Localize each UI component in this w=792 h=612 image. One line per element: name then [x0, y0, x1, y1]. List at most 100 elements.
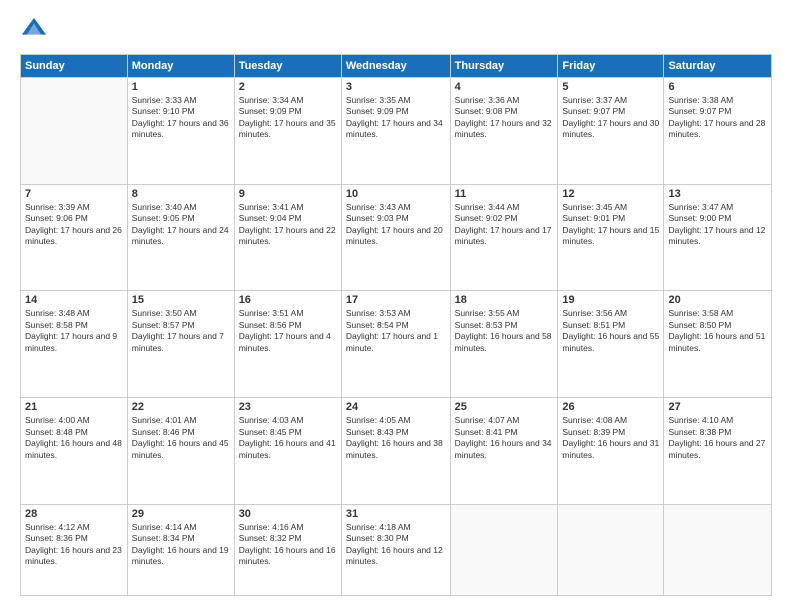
- calendar-cell: 2 Sunrise: 3:34 AMSunset: 9:09 PMDayligh…: [234, 78, 341, 185]
- day-number: 24: [346, 401, 446, 413]
- day-number: 26: [562, 401, 659, 413]
- day-info: Sunrise: 4:16 AMSunset: 8:32 PMDaylight:…: [239, 522, 337, 568]
- calendar-cell: 18 Sunrise: 3:55 AMSunset: 8:53 PMDaylig…: [450, 291, 558, 398]
- day-number: 28: [25, 508, 123, 520]
- day-number: 19: [562, 294, 659, 306]
- day-info: Sunrise: 3:34 AMSunset: 9:09 PMDaylight:…: [239, 95, 337, 141]
- day-info: Sunrise: 3:56 AMSunset: 8:51 PMDaylight:…: [562, 308, 659, 354]
- day-header-sunday: Sunday: [21, 55, 128, 78]
- calendar-cell: 21 Sunrise: 4:00 AMSunset: 8:48 PMDaylig…: [21, 398, 128, 505]
- logo: [20, 16, 52, 44]
- day-info: Sunrise: 3:58 AMSunset: 8:50 PMDaylight:…: [668, 308, 767, 354]
- day-info: Sunrise: 3:41 AMSunset: 9:04 PMDaylight:…: [239, 202, 337, 248]
- header: [20, 16, 772, 44]
- day-number: 5: [562, 81, 659, 93]
- day-number: 4: [455, 81, 554, 93]
- calendar-cell: 4 Sunrise: 3:36 AMSunset: 9:08 PMDayligh…: [450, 78, 558, 185]
- calendar: SundayMondayTuesdayWednesdayThursdayFrid…: [20, 54, 772, 596]
- day-info: Sunrise: 4:01 AMSunset: 8:46 PMDaylight:…: [132, 415, 230, 461]
- day-number: 3: [346, 81, 446, 93]
- day-info: Sunrise: 3:45 AMSunset: 9:01 PMDaylight:…: [562, 202, 659, 248]
- calendar-cell: 11 Sunrise: 3:44 AMSunset: 9:02 PMDaylig…: [450, 184, 558, 291]
- calendar-cell: 3 Sunrise: 3:35 AMSunset: 9:09 PMDayligh…: [341, 78, 450, 185]
- calendar-cell: 26 Sunrise: 4:08 AMSunset: 8:39 PMDaylig…: [558, 398, 664, 505]
- calendar-cell: 31 Sunrise: 4:18 AMSunset: 8:30 PMDaylig…: [341, 504, 450, 595]
- day-info: Sunrise: 3:53 AMSunset: 8:54 PMDaylight:…: [346, 308, 446, 354]
- day-number: 7: [25, 188, 123, 200]
- page: SundayMondayTuesdayWednesdayThursdayFrid…: [0, 0, 792, 612]
- day-info: Sunrise: 3:55 AMSunset: 8:53 PMDaylight:…: [455, 308, 554, 354]
- calendar-cell: 17 Sunrise: 3:53 AMSunset: 8:54 PMDaylig…: [341, 291, 450, 398]
- day-number: 27: [668, 401, 767, 413]
- day-info: Sunrise: 4:03 AMSunset: 8:45 PMDaylight:…: [239, 415, 337, 461]
- day-number: 10: [346, 188, 446, 200]
- day-info: Sunrise: 3:36 AMSunset: 9:08 PMDaylight:…: [455, 95, 554, 141]
- day-info: Sunrise: 3:47 AMSunset: 9:00 PMDaylight:…: [668, 202, 767, 248]
- calendar-cell: 12 Sunrise: 3:45 AMSunset: 9:01 PMDaylig…: [558, 184, 664, 291]
- calendar-cell: 10 Sunrise: 3:43 AMSunset: 9:03 PMDaylig…: [341, 184, 450, 291]
- calendar-cell: 15 Sunrise: 3:50 AMSunset: 8:57 PMDaylig…: [127, 291, 234, 398]
- day-number: 15: [132, 294, 230, 306]
- day-number: 17: [346, 294, 446, 306]
- day-info: Sunrise: 4:18 AMSunset: 8:30 PMDaylight:…: [346, 522, 446, 568]
- day-info: Sunrise: 3:39 AMSunset: 9:06 PMDaylight:…: [25, 202, 123, 248]
- week-row-2: 14 Sunrise: 3:48 AMSunset: 8:58 PMDaylig…: [21, 291, 772, 398]
- day-header-thursday: Thursday: [450, 55, 558, 78]
- calendar-cell: 25 Sunrise: 4:07 AMSunset: 8:41 PMDaylig…: [450, 398, 558, 505]
- day-info: Sunrise: 3:44 AMSunset: 9:02 PMDaylight:…: [455, 202, 554, 248]
- calendar-cell: 27 Sunrise: 4:10 AMSunset: 8:38 PMDaylig…: [664, 398, 772, 505]
- day-number: 16: [239, 294, 337, 306]
- day-header-friday: Friday: [558, 55, 664, 78]
- day-number: 1: [132, 81, 230, 93]
- calendar-cell: 20 Sunrise: 3:58 AMSunset: 8:50 PMDaylig…: [664, 291, 772, 398]
- calendar-header-row: SundayMondayTuesdayWednesdayThursdayFrid…: [21, 55, 772, 78]
- calendar-cell: 5 Sunrise: 3:37 AMSunset: 9:07 PMDayligh…: [558, 78, 664, 185]
- day-number: 20: [668, 294, 767, 306]
- calendar-cell: 24 Sunrise: 4:05 AMSunset: 8:43 PMDaylig…: [341, 398, 450, 505]
- calendar-cell: 30 Sunrise: 4:16 AMSunset: 8:32 PMDaylig…: [234, 504, 341, 595]
- day-number: 29: [132, 508, 230, 520]
- day-number: 30: [239, 508, 337, 520]
- calendar-cell: [450, 504, 558, 595]
- day-number: 9: [239, 188, 337, 200]
- day-number: 31: [346, 508, 446, 520]
- calendar-cell: 8 Sunrise: 3:40 AMSunset: 9:05 PMDayligh…: [127, 184, 234, 291]
- calendar-cell: 28 Sunrise: 4:12 AMSunset: 8:36 PMDaylig…: [21, 504, 128, 595]
- day-number: 18: [455, 294, 554, 306]
- day-number: 14: [25, 294, 123, 306]
- calendar-cell: 6 Sunrise: 3:38 AMSunset: 9:07 PMDayligh…: [664, 78, 772, 185]
- day-info: Sunrise: 4:00 AMSunset: 8:48 PMDaylight:…: [25, 415, 123, 461]
- day-info: Sunrise: 3:38 AMSunset: 9:07 PMDaylight:…: [668, 95, 767, 141]
- calendar-cell: 16 Sunrise: 3:51 AMSunset: 8:56 PMDaylig…: [234, 291, 341, 398]
- day-number: 6: [668, 81, 767, 93]
- day-info: Sunrise: 3:37 AMSunset: 9:07 PMDaylight:…: [562, 95, 659, 141]
- calendar-cell: 23 Sunrise: 4:03 AMSunset: 8:45 PMDaylig…: [234, 398, 341, 505]
- day-number: 25: [455, 401, 554, 413]
- day-header-wednesday: Wednesday: [341, 55, 450, 78]
- day-number: 23: [239, 401, 337, 413]
- calendar-cell: [21, 78, 128, 185]
- day-header-tuesday: Tuesday: [234, 55, 341, 78]
- day-number: 21: [25, 401, 123, 413]
- calendar-cell: 9 Sunrise: 3:41 AMSunset: 9:04 PMDayligh…: [234, 184, 341, 291]
- calendar-cell: 29 Sunrise: 4:14 AMSunset: 8:34 PMDaylig…: [127, 504, 234, 595]
- day-number: 12: [562, 188, 659, 200]
- day-info: Sunrise: 4:10 AMSunset: 8:38 PMDaylight:…: [668, 415, 767, 461]
- week-row-1: 7 Sunrise: 3:39 AMSunset: 9:06 PMDayligh…: [21, 184, 772, 291]
- week-row-0: 1 Sunrise: 3:33 AMSunset: 9:10 PMDayligh…: [21, 78, 772, 185]
- day-header-monday: Monday: [127, 55, 234, 78]
- calendar-cell: 1 Sunrise: 3:33 AMSunset: 9:10 PMDayligh…: [127, 78, 234, 185]
- calendar-cell: [664, 504, 772, 595]
- logo-icon: [20, 16, 48, 44]
- day-number: 22: [132, 401, 230, 413]
- day-info: Sunrise: 3:48 AMSunset: 8:58 PMDaylight:…: [25, 308, 123, 354]
- day-info: Sunrise: 3:33 AMSunset: 9:10 PMDaylight:…: [132, 95, 230, 141]
- calendar-cell: 19 Sunrise: 3:56 AMSunset: 8:51 PMDaylig…: [558, 291, 664, 398]
- day-info: Sunrise: 4:05 AMSunset: 8:43 PMDaylight:…: [346, 415, 446, 461]
- day-number: 8: [132, 188, 230, 200]
- calendar-cell: 14 Sunrise: 3:48 AMSunset: 8:58 PMDaylig…: [21, 291, 128, 398]
- week-row-3: 21 Sunrise: 4:00 AMSunset: 8:48 PMDaylig…: [21, 398, 772, 505]
- calendar-cell: [558, 504, 664, 595]
- day-header-saturday: Saturday: [664, 55, 772, 78]
- day-info: Sunrise: 3:35 AMSunset: 9:09 PMDaylight:…: [346, 95, 446, 141]
